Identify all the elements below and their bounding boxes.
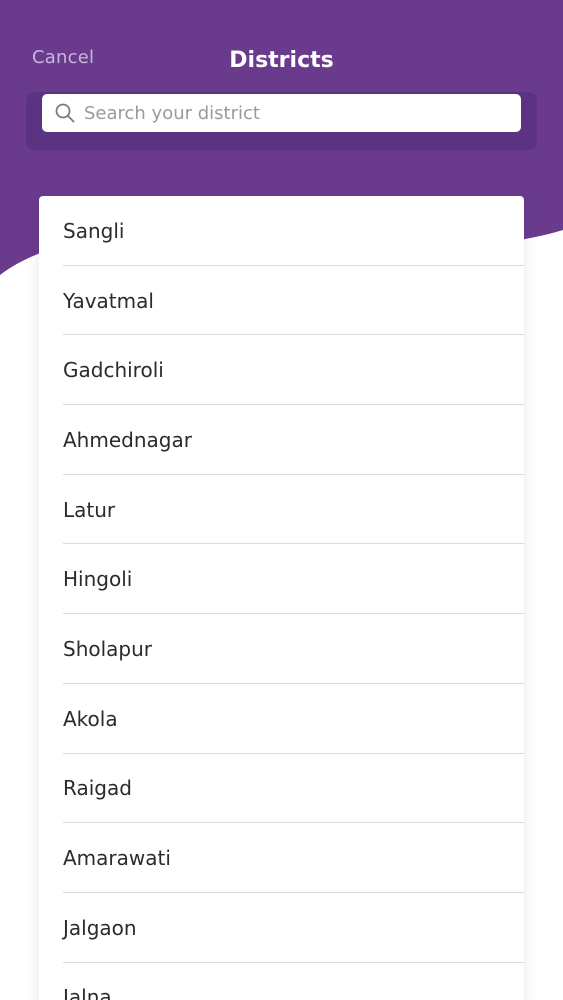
search-icon: [55, 103, 75, 123]
district-list: Sangli Yavatmal Gadchiroli Ahmednagar La…: [39, 196, 524, 1000]
district-item-gadchiroli[interactable]: Gadchiroli: [39, 335, 524, 405]
district-item-amarawati[interactable]: Amarawati: [39, 823, 524, 893]
district-item-sangli[interactable]: Sangli: [39, 196, 524, 266]
district-item-label: Jalna: [63, 985, 112, 1000]
district-item-label: Latur: [63, 497, 116, 522]
district-item-yavatmal[interactable]: Yavatmal: [39, 266, 524, 336]
search-bar[interactable]: [42, 94, 521, 132]
district-item-label: Gadchiroli: [63, 358, 164, 383]
district-item-latur[interactable]: Latur: [39, 475, 524, 545]
district-item-hingoli[interactable]: Hingoli: [39, 544, 524, 614]
district-item-label: Amarawati: [63, 846, 171, 871]
district-item-jalgaon[interactable]: Jalgaon: [39, 893, 524, 963]
district-item-label: Hingoli: [63, 567, 133, 592]
district-item-sholapur[interactable]: Sholapur: [39, 614, 524, 684]
districts-screen: Cancel Districts Sangli Yavatmal Gadchir…: [0, 0, 563, 1000]
district-list-card: Sangli Yavatmal Gadchiroli Ahmednagar La…: [39, 196, 524, 1000]
nav-bar: Cancel Districts: [0, 0, 563, 96]
district-item-akola[interactable]: Akola: [39, 684, 524, 754]
district-item-label: Raigad: [63, 776, 132, 801]
district-item-jalna[interactable]: Jalna: [39, 963, 524, 1000]
district-item-label: Sangli: [63, 218, 125, 243]
district-item-raigad[interactable]: Raigad: [39, 754, 524, 824]
district-item-ahmednagar[interactable]: Ahmednagar: [39, 405, 524, 475]
page-title: Districts: [229, 48, 334, 73]
search-input[interactable]: [84, 102, 484, 124]
district-item-label: Yavatmal: [63, 288, 154, 313]
district-item-label: Akola: [63, 706, 118, 731]
district-item-label: Ahmednagar: [63, 427, 192, 452]
district-item-label: Sholapur: [63, 636, 153, 661]
district-item-label: Jalgaon: [63, 915, 137, 940]
